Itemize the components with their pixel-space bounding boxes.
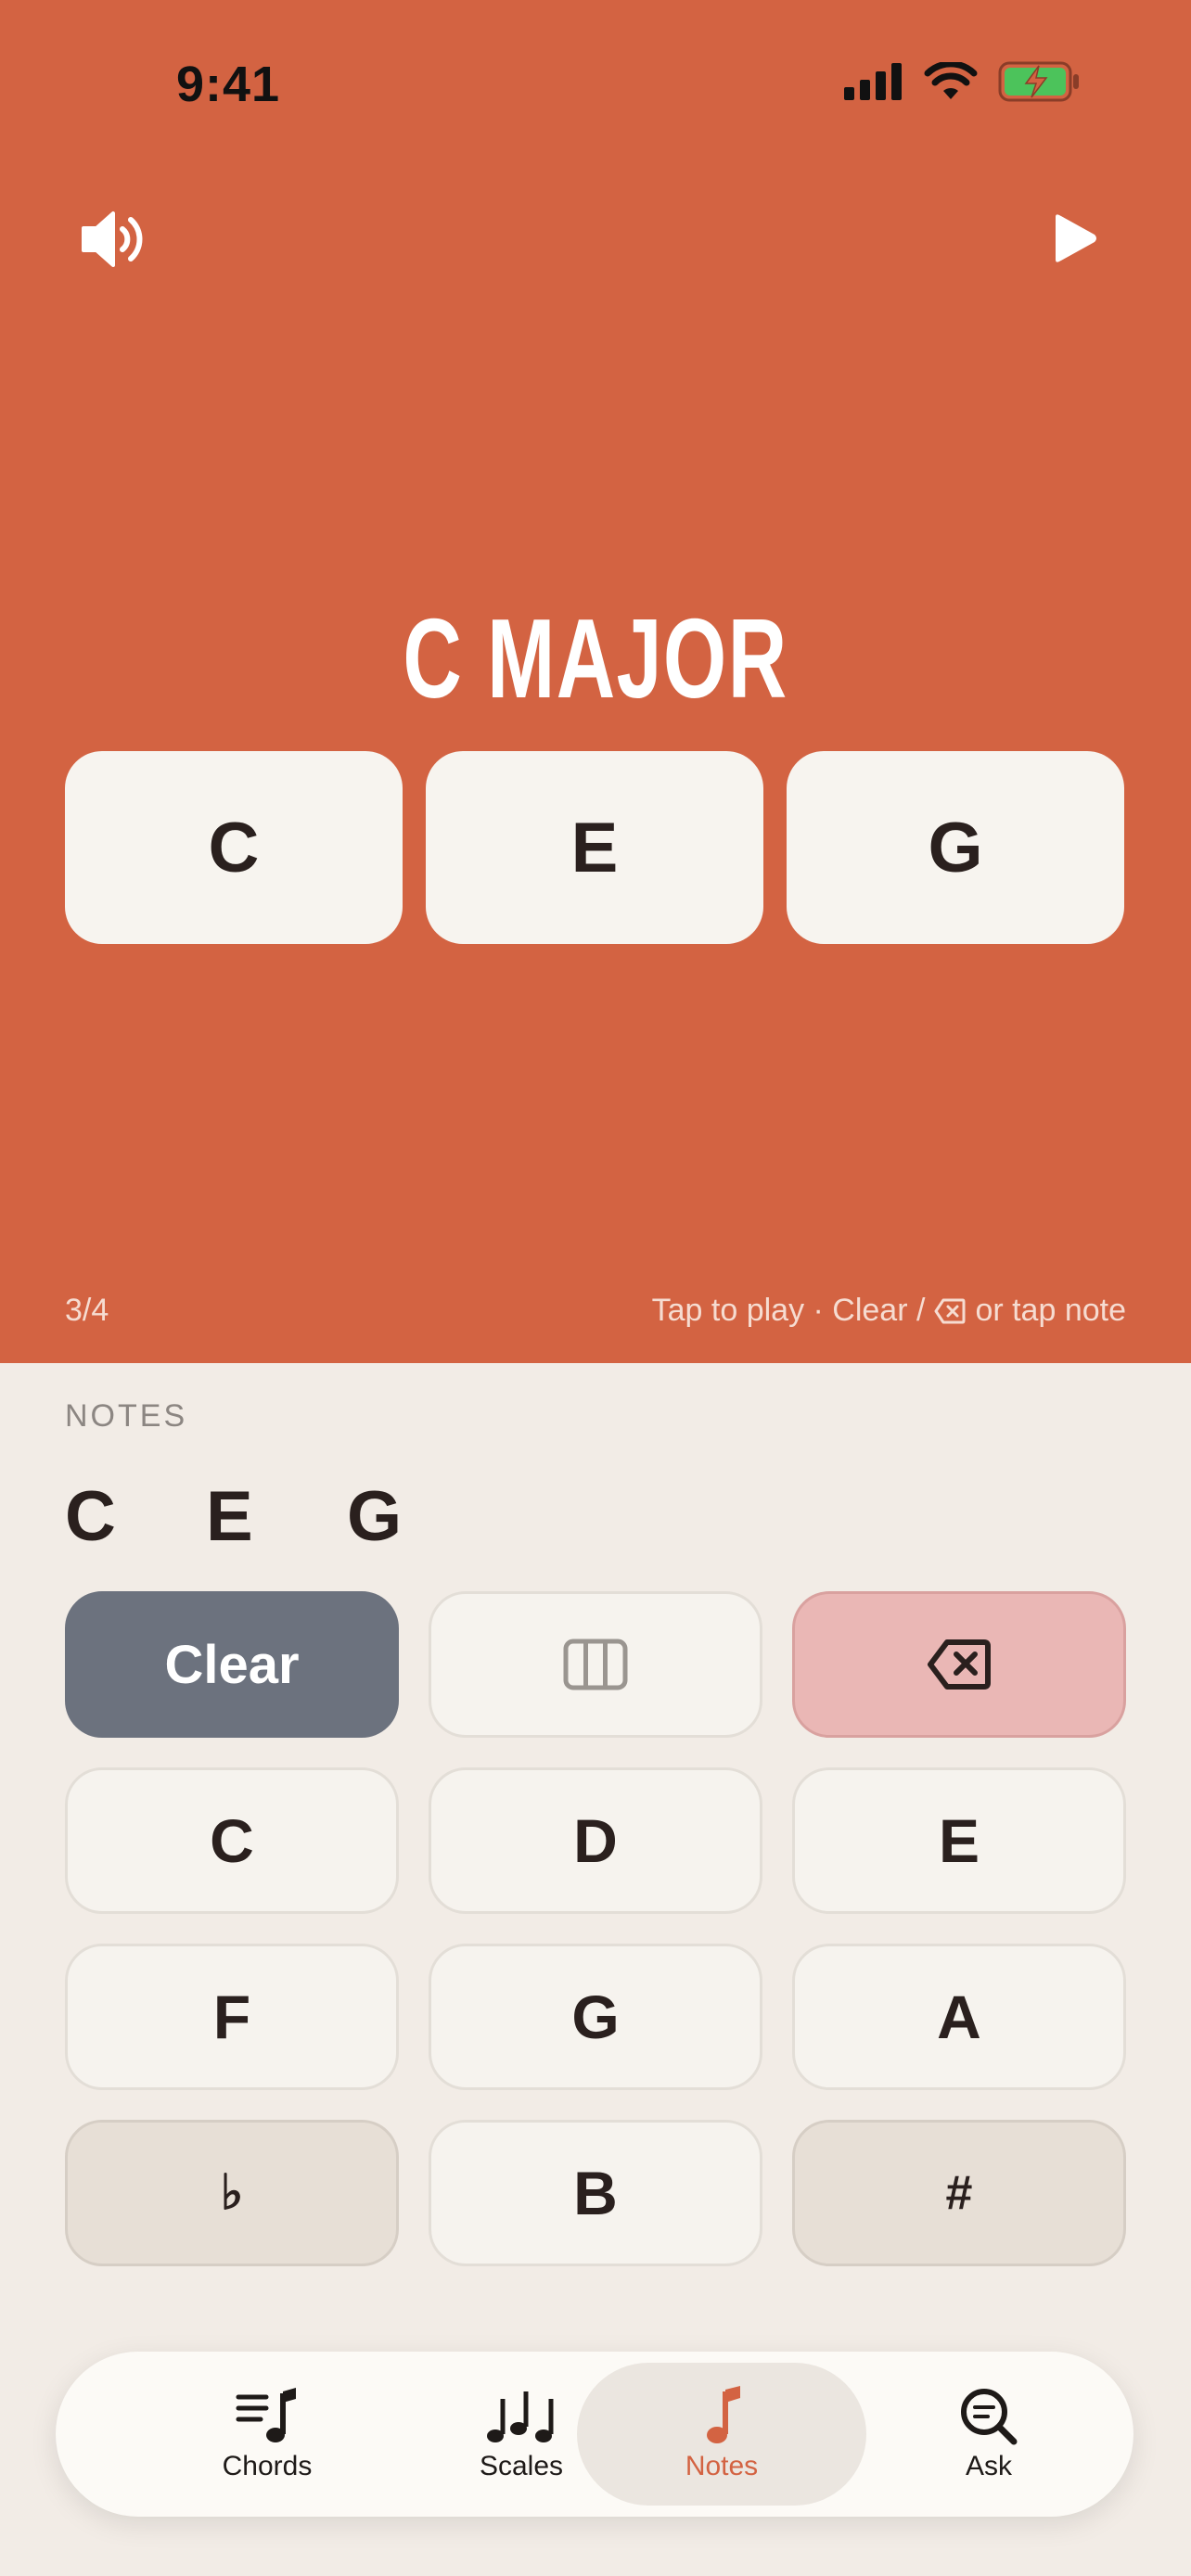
chords-icon — [236, 2388, 296, 2442]
wifi-icon — [924, 62, 978, 99]
entered-note: C — [65, 1477, 116, 1556]
chord-note-card[interactable]: C — [65, 751, 403, 944]
chord-note-card[interactable]: E — [426, 751, 763, 944]
note-keypad: Clear C D E F G A ♭ B # — [65, 1591, 1126, 2266]
scales-icon — [487, 2391, 554, 2442]
sharp-key[interactable]: # — [792, 2120, 1126, 2266]
chord-note-card[interactable]: G — [787, 751, 1124, 944]
entered-note: E — [206, 1477, 253, 1556]
chord-notes: C E G — [65, 751, 1124, 944]
note-key-c[interactable]: C — [65, 1767, 399, 1914]
backspace-icon — [934, 1298, 966, 1323]
tab-notes[interactable]: Notes — [577, 2363, 866, 2506]
status-time: 9:41 — [176, 57, 281, 112]
chord-panel[interactable]: 9:41 C MAJOR C E G 3/4 Tap to play · Cle… — [0, 0, 1191, 1363]
piano-keys-icon — [563, 1639, 628, 1690]
battery-charging-icon — [998, 61, 1079, 102]
status-icons — [844, 61, 1080, 102]
tab-label: Ask — [965, 2451, 1012, 2481]
chord-title: C MAJOR — [403, 595, 788, 721]
entered-note: G — [347, 1477, 403, 1556]
entered-notes: C E G — [65, 1476, 488, 1557]
clear-button[interactable]: Clear — [65, 1591, 399, 1738]
tab-bar: Chords Scales Notes Ask — [56, 2352, 1133, 2517]
note-icon — [707, 2386, 740, 2443]
cellular-signal-icon — [844, 63, 902, 100]
speaker-icon[interactable] — [78, 206, 152, 273]
play-icon[interactable] — [1048, 211, 1100, 265]
progress-counter: 3/4 — [65, 1293, 109, 1328]
backspace-icon — [928, 1639, 991, 1690]
tab-ask[interactable]: Ask — [844, 2363, 1133, 2506]
hint-text-end: or tap note — [975, 1293, 1126, 1328]
hint-text: Tap to play · Clear / or tap note — [652, 1293, 1126, 1329]
tab-label: Notes — [685, 2451, 759, 2481]
tab-label: Scales — [479, 2451, 564, 2481]
note-key-g[interactable]: G — [429, 1944, 762, 2090]
note-key-a[interactable]: A — [792, 1944, 1126, 2090]
hint-text-start: Tap to play · Clear / — [651, 1293, 926, 1328]
note-key-e[interactable]: E — [792, 1767, 1126, 1914]
note-key-f[interactable]: F — [65, 1944, 399, 2090]
tab-chords[interactable]: Chords — [122, 2363, 412, 2506]
search-chat-icon — [961, 2389, 1018, 2445]
note-key-b[interactable]: B — [429, 2120, 762, 2266]
flat-key[interactable]: ♭ — [65, 2120, 399, 2266]
delete-button[interactable] — [792, 1591, 1126, 1738]
tab-label: Chords — [222, 2451, 313, 2481]
piano-view-button[interactable] — [429, 1591, 762, 1738]
notes-section-label: NOTES — [65, 1398, 188, 1434]
note-key-d[interactable]: D — [429, 1767, 762, 1914]
